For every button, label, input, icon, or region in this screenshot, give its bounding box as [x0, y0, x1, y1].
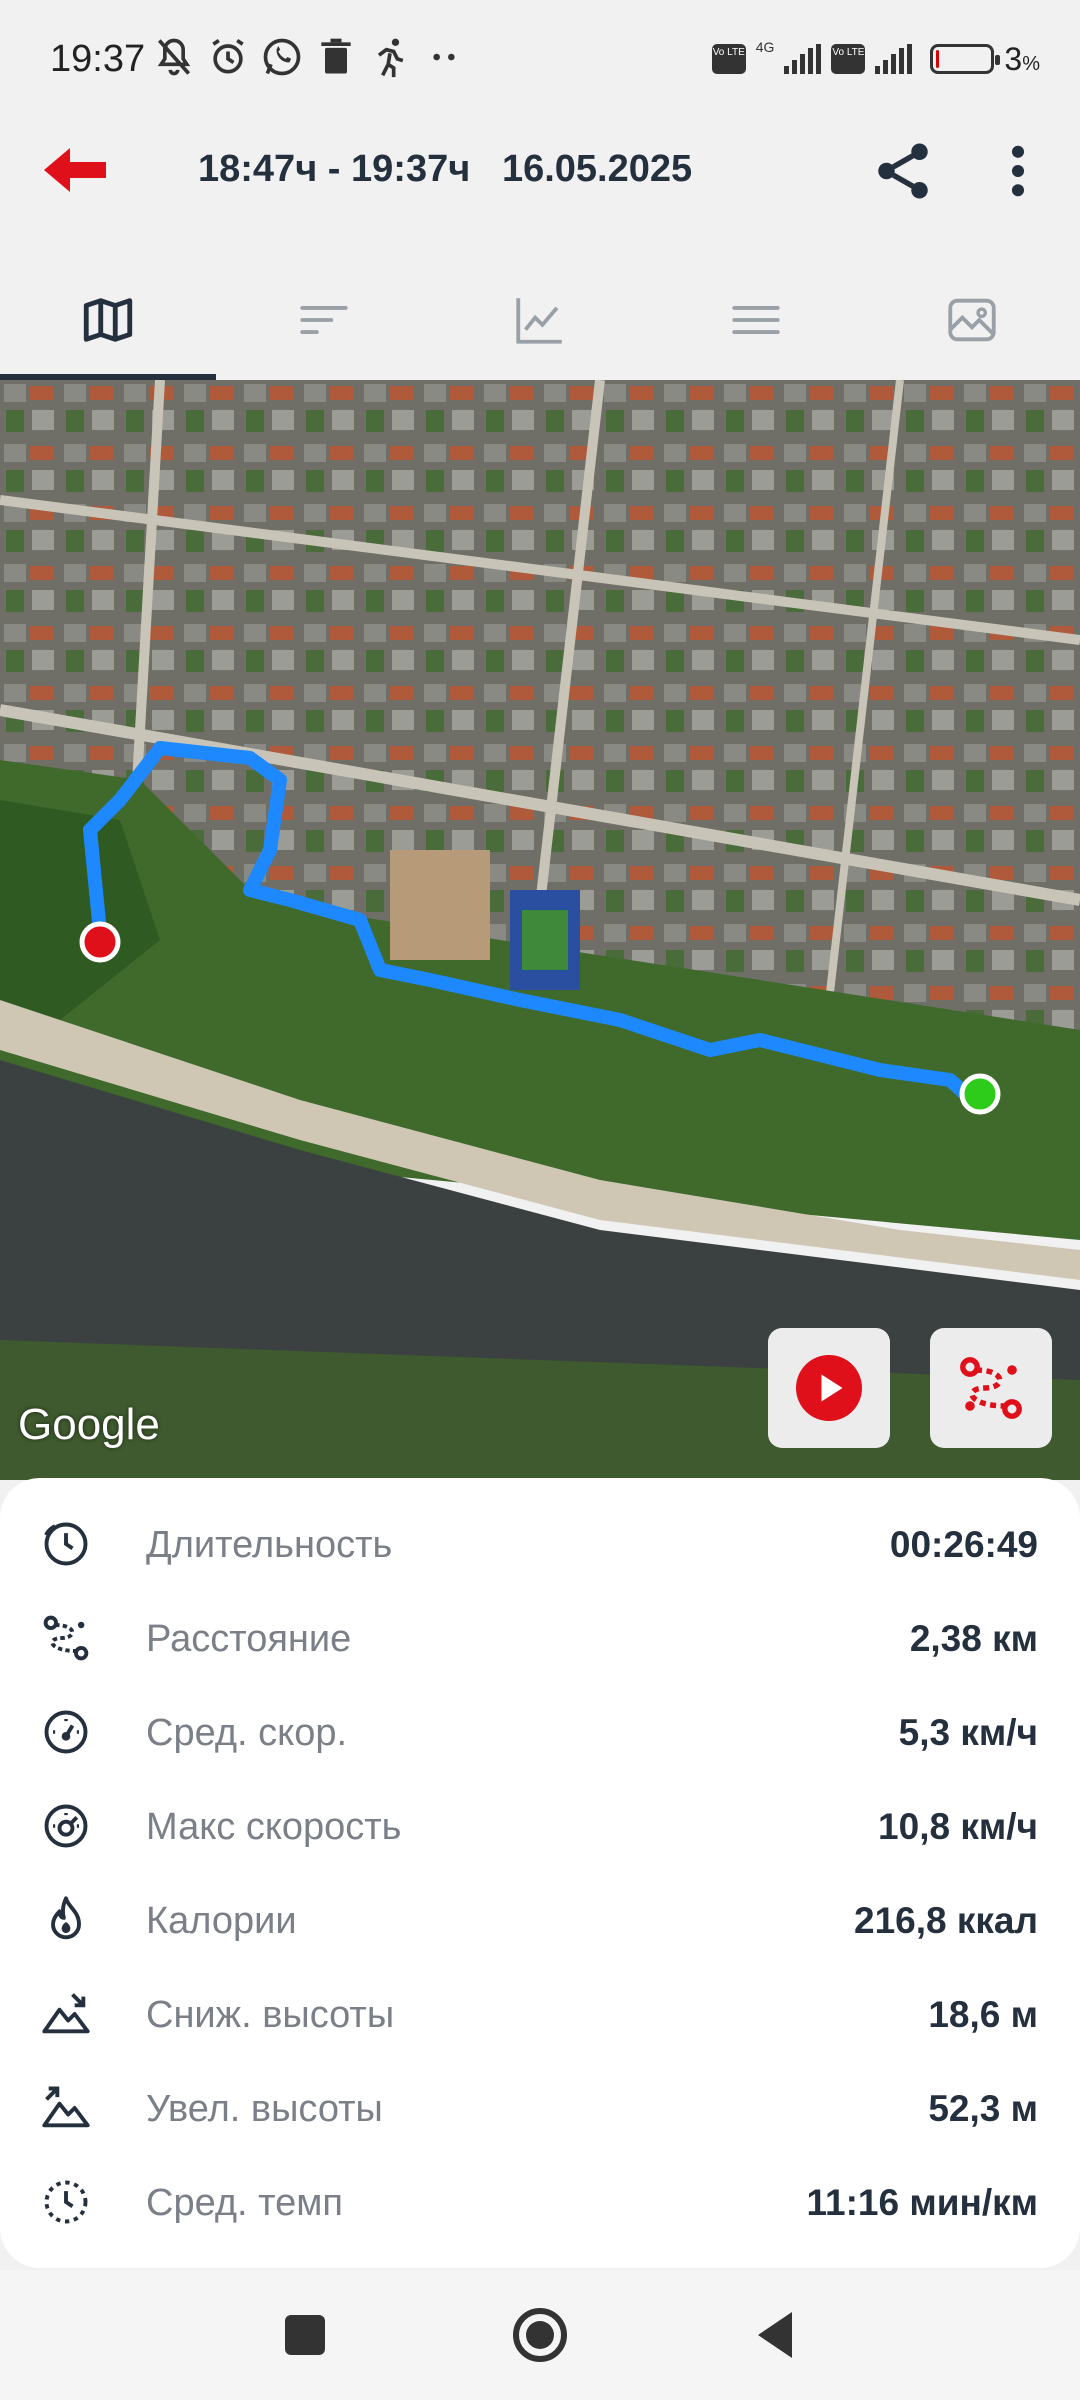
satellite-map[interactable]: [0, 380, 1080, 1480]
stat-row-distance: Расстояние 2,38 км: [0, 1592, 1080, 1686]
stat-value: 11:16 мин/км: [806, 2182, 1038, 2223]
alarm-icon: [212, 38, 244, 74]
recents-square-icon[interactable]: [270, 2300, 340, 2370]
stat-row-avg-speed: Сред. скор. 5,3 км/ч: [0, 1686, 1080, 1780]
more-dots-icon: [433, 53, 455, 61]
back-button[interactable]: [40, 140, 112, 200]
ascent-icon: [42, 2086, 90, 2128]
whatsapp-icon: [263, 38, 301, 76]
stat-row-calories: Калории 216,8 ккал: [0, 1874, 1080, 1968]
share-button[interactable]: [870, 138, 936, 204]
back-triangle-icon[interactable]: [740, 2300, 810, 2370]
stat-row-pace: Сред. темп 11:16 мин/км: [0, 2156, 1080, 2250]
map-icon: [83, 298, 133, 342]
max-speed-icon: [44, 1804, 88, 1848]
pace-icon: [44, 2180, 88, 2224]
notification-icons: [152, 34, 466, 80]
avg-speed-icon: [44, 1710, 88, 1754]
stat-label: Длительность: [146, 1524, 393, 1566]
stat-value: 5,3 км/ч: [898, 1712, 1038, 1753]
bars-icon: [300, 305, 348, 335]
more-vert-icon: [1011, 145, 1025, 197]
end-marker[interactable]: [79, 921, 121, 963]
stat-row-max-speed: Макс скорость 10,8 км/ч: [0, 1780, 1080, 1874]
stat-label: Сниж. высоты: [146, 1994, 395, 2036]
route-icon: [43, 1615, 89, 1661]
status-bar: 19:37 Vo LTE 4G Vo LTE 3%: [0, 0, 1080, 120]
play-route-button[interactable]: [768, 1328, 890, 1448]
system-icons: Vo LTE 4G Vo LTE 3%: [711, 36, 1040, 82]
route-icon: [960, 1357, 1022, 1419]
stat-row-ascent: Увел. высоты 52,3 м: [0, 2062, 1080, 2156]
tab-bar: [0, 260, 1080, 380]
tab-chart[interactable]: [432, 260, 648, 380]
stat-value: 00:26:49: [889, 1524, 1038, 1565]
descent-icon: [42, 1993, 90, 2034]
clock-icon: [44, 1522, 88, 1566]
route-options-button[interactable]: [930, 1328, 1052, 1448]
running-icon: [377, 38, 404, 78]
status-time: 19:37: [50, 38, 146, 80]
stat-value: 18,6 м: [928, 1994, 1038, 2035]
chart-icon: [516, 298, 562, 344]
stat-row-descent: Сниж. высоты 18,6 м: [0, 1968, 1080, 2062]
google-logo: Google: [18, 1400, 160, 1449]
flame-icon: [51, 1896, 81, 1940]
page-title: 18:47ч - 19:37ч 16.05.2025: [198, 148, 693, 190]
home-circle-icon[interactable]: [505, 2300, 575, 2370]
stat-label: Расстояние: [146, 1618, 352, 1660]
stat-label: Макс скорость: [146, 1806, 402, 1848]
tab-map[interactable]: [0, 260, 216, 380]
app-bar: 18:47ч - 19:37ч 16.05.2025: [0, 120, 1080, 220]
signal-icon: [784, 44, 822, 74]
map-view[interactable]: Google: [0, 380, 1080, 1480]
share-icon: [878, 143, 928, 199]
stat-label: Сред. темп: [146, 2182, 343, 2224]
stat-value: 52,3 м: [928, 2088, 1038, 2129]
stats-panel: Длительность 00:26:49 Расстояние 2,38 км…: [0, 1478, 1080, 2268]
stat-value: 216,8 ккал: [854, 1900, 1038, 1941]
stat-label: Калории: [146, 1900, 297, 1942]
more-options-button[interactable]: [1000, 138, 1036, 204]
tab-details[interactable]: [648, 260, 864, 380]
network-type: 4G: [755, 39, 775, 55]
start-marker[interactable]: [959, 1073, 1001, 1115]
stat-label: Сред. скор.: [146, 1712, 348, 1754]
stat-value: 2,38 км: [909, 1618, 1038, 1659]
play-icon: [796, 1355, 862, 1421]
volte-badge: Vo LTE: [711, 44, 746, 74]
stat-row-duration: Длительность 00:26:49: [0, 1498, 1080, 1592]
image-icon: [948, 298, 996, 342]
stat-label: Увел. высоты: [146, 2088, 383, 2130]
stat-value: 10,8 км/ч: [878, 1806, 1038, 1847]
system-nav-bar: [0, 2270, 1080, 2400]
back-arrow-icon: [44, 148, 106, 192]
signal-icon-2: [875, 44, 913, 74]
trash-icon: [321, 38, 351, 74]
volte-badge-2: Vo LTE: [831, 44, 866, 74]
menu-icon: [732, 305, 780, 335]
muted-bell-icon: [157, 38, 191, 76]
tab-photos[interactable]: [864, 260, 1080, 380]
battery-icon: [930, 44, 1001, 74]
tab-laps[interactable]: [216, 260, 432, 380]
battery-percent: 3%: [1004, 40, 1040, 77]
